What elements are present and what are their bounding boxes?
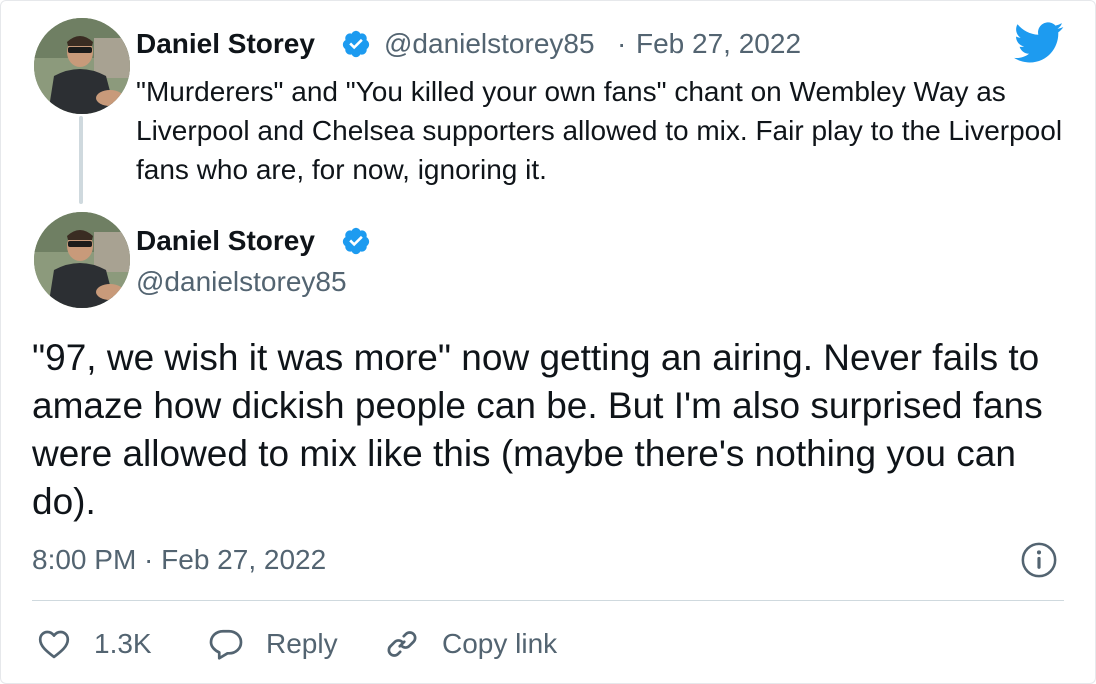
avatar[interactable]: [34, 212, 130, 308]
parent-display-name[interactable]: Daniel Storey: [136, 28, 315, 60]
thread-connector: [79, 116, 83, 204]
main-tweet-text: "97, we wish it was more" now getting an…: [32, 337, 1043, 522]
parent-tweet-text: "Murderers" and "You killed your own fan…: [136, 76, 1063, 185]
verified-badge-icon: [342, 30, 370, 58]
parent-handle[interactable]: @danielstorey85: [384, 28, 595, 60]
reply-label: Reply: [266, 628, 338, 659]
avatar-photo: [34, 18, 130, 114]
speech-bubble-icon: [209, 629, 243, 660]
like-button[interactable]: 1.3K: [36, 622, 152, 666]
avatar[interactable]: [34, 18, 130, 114]
separator-dot: ·: [617, 28, 627, 59]
verified-badge-icon: [342, 227, 370, 255]
info-icon[interactable]: [1020, 541, 1058, 579]
divider: [32, 600, 1064, 601]
parent-date[interactable]: Feb 27, 2022: [636, 28, 801, 60]
copy-link-button[interactable]: Copy link: [384, 622, 557, 666]
main-display-name[interactable]: Daniel Storey: [136, 225, 315, 257]
main-handle[interactable]: @danielstorey85: [136, 266, 347, 298]
reply-button[interactable]: Reply: [208, 622, 338, 666]
avatar-photo: [34, 212, 130, 308]
heart-icon: [38, 630, 70, 659]
copy-link-label: Copy link: [442, 628, 558, 659]
tweet-timestamp[interactable]: 8:00 PM · Feb 27, 2022: [32, 542, 326, 578]
link-icon: [387, 631, 417, 657]
like-count: 1.3K: [94, 628, 152, 659]
twitter-bird-icon[interactable]: [1014, 22, 1064, 64]
